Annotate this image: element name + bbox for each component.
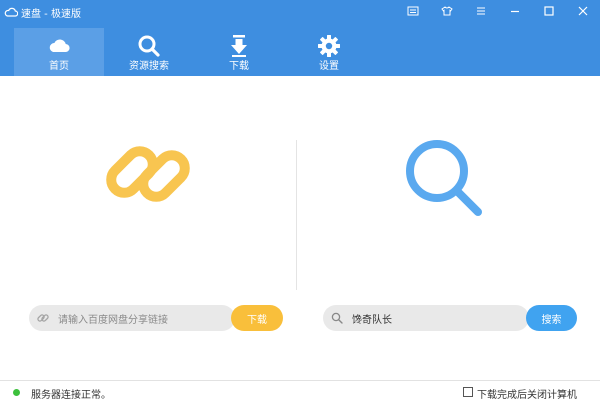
nav-item-resource-search[interactable]: 资源搜索: [104, 28, 194, 76]
close-icon: [578, 6, 588, 16]
resource-search-input[interactable]: 馋奇队长: [323, 305, 529, 331]
share-link-placeholder: 请输入百度网盘分享链接: [58, 314, 168, 326]
link-small-icon: [37, 314, 49, 322]
search-large-icon: [406, 140, 482, 216]
connection-status-indicator: [13, 389, 20, 396]
panel-divider: [296, 140, 297, 290]
link-icon: [106, 146, 190, 202]
minimize-button[interactable]: [498, 0, 532, 22]
menu-button[interactable]: [464, 0, 498, 22]
list-button[interactable]: [396, 0, 430, 22]
main-nav: 首页 资源搜索 下载 设置: [14, 28, 374, 76]
skin-icon: [441, 6, 453, 16]
link-illustration: [106, 136, 190, 212]
search-illustration: [404, 138, 484, 218]
share-link-input[interactable]: 请输入百度网盘分享链接: [29, 305, 235, 331]
download-icon: [231, 35, 247, 57]
window-title: 速盘 - 极速版: [4, 5, 81, 20]
window-controls: [396, 0, 600, 22]
nav-item-home[interactable]: 首页: [14, 28, 104, 76]
skin-button[interactable]: [430, 0, 464, 22]
search-small-icon: [331, 312, 343, 324]
window-title-text: 速盘 - 极速版: [21, 8, 81, 20]
nav-item-settings[interactable]: 设置: [284, 28, 374, 76]
gear-icon: [318, 35, 340, 57]
shutdown-after-download-checkbox[interactable]: [463, 387, 473, 397]
search-button[interactable]: 搜索: [526, 305, 577, 331]
shutdown-after-download-label[interactable]: 下载完成后关闭计算机: [477, 386, 577, 401]
nav-label-download: 下载: [229, 61, 249, 72]
maximize-icon: [544, 6, 554, 16]
search-icon: [138, 35, 160, 57]
download-button[interactable]: 下载: [231, 305, 283, 331]
app-header: 速盘 - 极速版 首页 资源搜索 下载 设置: [0, 0, 600, 76]
resource-search-value: 馋奇队长: [352, 314, 392, 326]
menu-icon: [477, 7, 485, 15]
nav-label-settings: 设置: [319, 61, 339, 72]
nav-label-home: 首页: [49, 61, 69, 72]
nav-item-download[interactable]: 下载: [194, 28, 284, 76]
status-text: 服务器连接正常。: [31, 390, 111, 401]
list-icon: [407, 6, 419, 16]
minimize-icon: [511, 10, 519, 13]
nav-label-resource-search: 资源搜索: [129, 61, 169, 72]
app-logo-icon: [4, 7, 18, 17]
maximize-button[interactable]: [532, 0, 566, 22]
close-button[interactable]: [566, 0, 600, 22]
cloud-icon: [49, 39, 70, 53]
status-bar: 服务器连接正常。 下载完成后关闭计算机: [0, 380, 600, 405]
